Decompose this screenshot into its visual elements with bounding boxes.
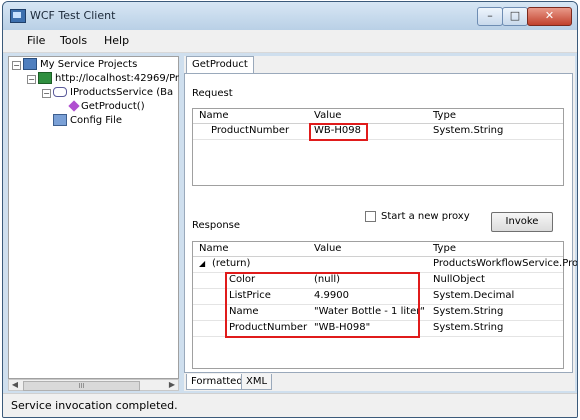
response-col-value: Value: [314, 243, 342, 254]
request-param-type: System.String: [433, 125, 504, 136]
request-param-name: ProductNumber: [211, 125, 290, 136]
invoke-button[interactable]: Invoke: [491, 212, 553, 232]
projects-icon: [23, 58, 37, 70]
menu-tools[interactable]: Tools: [60, 34, 87, 47]
tree-horizontal-scrollbar[interactable]: ◀ III ▶: [8, 379, 179, 391]
service-tree[interactable]: − My Service Projects − http://localhost…: [8, 56, 179, 379]
tree-item-endpoint[interactable]: http://localhost:42969/Pr: [38, 72, 179, 85]
operation-icon: [68, 100, 80, 112]
request-value-highlight: [309, 123, 368, 141]
response-col-type: Type: [433, 243, 456, 254]
tree-item-root-label: My Service Projects: [40, 59, 138, 70]
response-field-type: System.Decimal: [433, 290, 515, 301]
status-text: Service invocation completed.: [11, 399, 178, 412]
contract-icon: [53, 87, 67, 97]
start-new-proxy-label[interactable]: Start a new proxy: [381, 211, 470, 222]
collapse-triangle-icon[interactable]: ◢: [199, 257, 205, 271]
response-label: Response: [192, 220, 241, 231]
operation-pane: GetProduct Request Name Value Type Produ…: [184, 56, 577, 391]
tree-item-endpoint-label: http://localhost:42969/Pr: [55, 73, 180, 84]
response-field-type: NullObject: [433, 274, 485, 285]
app-window: WCF Test Client – □ ✕ File Tools Help − …: [2, 1, 578, 418]
tab-xml[interactable]: XML: [241, 374, 273, 390]
endpoint-icon: [38, 72, 52, 84]
response-root-type: ProductsWorkflowService.Proc: [433, 258, 578, 269]
collapse-toggle-contract[interactable]: −: [42, 89, 51, 98]
response-field-type: System.String: [433, 306, 504, 317]
title-bar: WCF Test Client – □ ✕: [3, 2, 577, 30]
request-grid[interactable]: Name Value Type ProductNumber WB-H098 Sy…: [192, 108, 564, 186]
tree-item-config[interactable]: Config File: [53, 114, 122, 127]
response-col-name: Name: [199, 243, 229, 254]
collapse-toggle-endpoint[interactable]: −: [27, 75, 36, 84]
tree-item-config-label: Config File: [70, 115, 122, 126]
tree-item-root[interactable]: My Service Projects: [23, 58, 137, 71]
tab-formatted[interactable]: Formatted: [186, 374, 248, 390]
scroll-thumb[interactable]: III: [23, 381, 140, 391]
request-row[interactable]: ProductNumber WB-H098 System.String: [193, 124, 563, 140]
response-grid-header: Name Value Type: [193, 242, 563, 257]
response-root-row[interactable]: ◢ (return) ProductsWorkflowService.Proc: [193, 257, 577, 273]
response-grid[interactable]: Name Value Type ◢ (return) ProductsWorkf…: [192, 241, 577, 369]
minimize-button[interactable]: –: [477, 7, 503, 26]
response-root-name: (return): [212, 258, 251, 269]
tree-item-operation[interactable]: GetProduct(): [68, 100, 145, 113]
tab-content: Request Name Value Type ProductNumber WB…: [184, 73, 577, 373]
collapse-toggle-root[interactable]: −: [12, 61, 21, 70]
tree-item-contract[interactable]: IProductsService (Ba: [53, 86, 173, 99]
request-grid-header: Name Value Type: [193, 109, 563, 124]
request-label: Request: [192, 88, 233, 99]
scroll-left-icon[interactable]: ◀: [9, 380, 21, 390]
request-col-type: Type: [433, 110, 456, 121]
menu-help[interactable]: Help: [104, 34, 129, 47]
request-col-name: Name: [199, 110, 229, 121]
app-icon: [10, 9, 26, 23]
start-new-proxy-checkbox[interactable]: [365, 211, 376, 222]
menu-bar: File Tools Help: [3, 30, 577, 53]
response-field-type: System.String: [433, 322, 504, 333]
close-button[interactable]: ✕: [527, 7, 572, 26]
tree-item-contract-label: IProductsService (Ba: [70, 87, 174, 98]
menu-file[interactable]: File: [27, 34, 45, 47]
status-bar: Service invocation completed.: [3, 393, 577, 417]
request-col-value: Value: [314, 110, 342, 121]
scroll-right-icon[interactable]: ▶: [166, 380, 178, 390]
maximize-button[interactable]: □: [502, 7, 528, 26]
config-file-icon: [53, 114, 67, 126]
response-values-highlight: [225, 272, 420, 338]
window-title: WCF Test Client: [30, 9, 116, 22]
tree-item-operation-label: GetProduct(): [81, 101, 145, 112]
tab-getproduct[interactable]: GetProduct: [186, 56, 254, 73]
